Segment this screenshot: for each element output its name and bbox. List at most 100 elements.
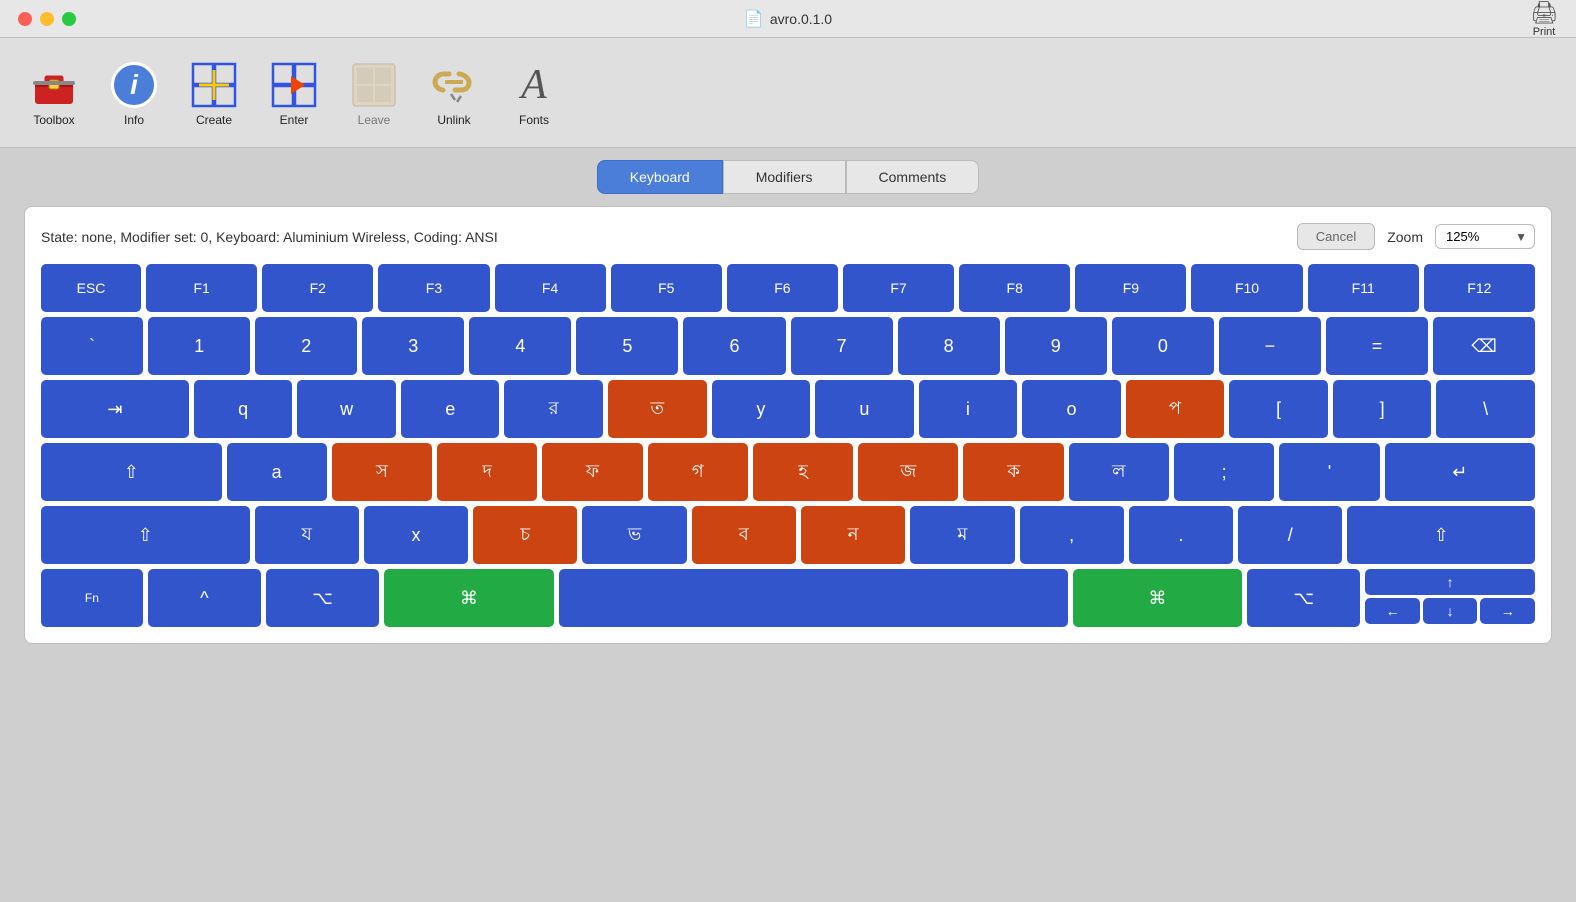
key-9[interactable]: 9 bbox=[1005, 317, 1107, 375]
key-f4[interactable]: F4 bbox=[495, 264, 606, 312]
tab-keyboard[interactable]: Keyboard bbox=[597, 160, 723, 194]
key-3[interactable]: 3 bbox=[362, 317, 464, 375]
file-icon: 📄 bbox=[744, 9, 764, 29]
key-c[interactable]: চ bbox=[473, 506, 577, 564]
key-2[interactable]: 2 bbox=[255, 317, 357, 375]
key-j[interactable]: জ bbox=[858, 443, 958, 501]
key-semicolon[interactable]: ; bbox=[1174, 443, 1274, 501]
info-label: Info bbox=[124, 113, 144, 127]
key-ctrl[interactable]: ^ bbox=[148, 569, 261, 627]
info-icon: i bbox=[108, 59, 160, 111]
key-lbracket[interactable]: [ bbox=[1229, 380, 1328, 438]
close-button[interactable] bbox=[18, 12, 32, 26]
zoom-select[interactable]: 75% 100% 125% 150% 200% bbox=[1435, 224, 1535, 249]
toolbar-item-leave[interactable]: Leave bbox=[338, 55, 410, 131]
key-5[interactable]: 5 bbox=[576, 317, 678, 375]
key-z[interactable]: য bbox=[255, 506, 359, 564]
key-f2[interactable]: F2 bbox=[262, 264, 373, 312]
key-u[interactable]: u bbox=[815, 380, 914, 438]
key-l[interactable]: ল bbox=[1069, 443, 1169, 501]
key-down[interactable]: ↓ bbox=[1423, 598, 1478, 624]
key-r[interactable]: র bbox=[504, 380, 603, 438]
key-v[interactable]: ভ bbox=[582, 506, 686, 564]
toolbar-item-unlink[interactable]: Unlink bbox=[418, 55, 490, 131]
key-t[interactable]: ত bbox=[608, 380, 707, 438]
key-w[interactable]: w bbox=[297, 380, 396, 438]
key-6[interactable]: 6 bbox=[683, 317, 785, 375]
keyboard-row-fn: ESC F1 F2 F3 F4 F5 F6 F7 F8 F9 F10 F11 F… bbox=[41, 264, 1535, 312]
key-fn[interactable]: Fn bbox=[41, 569, 143, 627]
key-right[interactable]: → bbox=[1480, 598, 1535, 624]
key-b[interactable]: ব bbox=[692, 506, 796, 564]
key-space[interactable] bbox=[559, 569, 1068, 627]
key-capslock[interactable]: ⇧ bbox=[41, 443, 222, 501]
key-f10[interactable]: F10 bbox=[1191, 264, 1302, 312]
key-f3[interactable]: F3 bbox=[378, 264, 489, 312]
key-equals[interactable]: = bbox=[1326, 317, 1428, 375]
key-slash[interactable]: / bbox=[1238, 506, 1342, 564]
key-d[interactable]: দ bbox=[437, 443, 537, 501]
key-g[interactable]: গ bbox=[648, 443, 748, 501]
key-up[interactable]: ↑ bbox=[1365, 569, 1535, 595]
keyboard-layout: ESC F1 F2 F3 F4 F5 F6 F7 F8 F9 F10 F11 F… bbox=[41, 264, 1535, 627]
maximize-button[interactable] bbox=[62, 12, 76, 26]
key-f[interactable]: ফ bbox=[542, 443, 642, 501]
key-k[interactable]: ক bbox=[963, 443, 1063, 501]
toolbar-item-toolbox[interactable]: Toolbox bbox=[18, 55, 90, 131]
tab-comments[interactable]: Comments bbox=[846, 160, 980, 194]
tab-modifiers[interactable]: Modifiers bbox=[723, 160, 846, 194]
key-f9[interactable]: F9 bbox=[1075, 264, 1186, 312]
key-backslash[interactable]: \ bbox=[1436, 380, 1535, 438]
toolbar-item-enter[interactable]: Enter bbox=[258, 55, 330, 131]
key-0[interactable]: 0 bbox=[1112, 317, 1214, 375]
key-backspace[interactable]: ⌫ bbox=[1433, 317, 1535, 375]
key-comma[interactable]: , bbox=[1020, 506, 1124, 564]
key-h[interactable]: হ bbox=[753, 443, 853, 501]
key-left[interactable]: ← bbox=[1365, 598, 1420, 624]
key-e[interactable]: e bbox=[401, 380, 500, 438]
key-f7[interactable]: F7 bbox=[843, 264, 954, 312]
key-a[interactable]: a bbox=[227, 443, 327, 501]
key-1[interactable]: 1 bbox=[148, 317, 250, 375]
key-s[interactable]: স bbox=[332, 443, 432, 501]
key-rcmd[interactable]: ⌘ bbox=[1073, 569, 1243, 627]
key-i[interactable]: i bbox=[919, 380, 1018, 438]
key-f6[interactable]: F6 bbox=[727, 264, 838, 312]
key-minus[interactable]: − bbox=[1219, 317, 1321, 375]
status-text: State: none, Modifier set: 0, Keyboard: … bbox=[41, 229, 498, 245]
key-y[interactable]: y bbox=[712, 380, 811, 438]
key-q[interactable]: q bbox=[194, 380, 293, 438]
key-f1[interactable]: F1 bbox=[146, 264, 257, 312]
cancel-button[interactable]: Cancel bbox=[1297, 223, 1375, 250]
key-period[interactable]: . bbox=[1129, 506, 1233, 564]
toolbar-item-fonts[interactable]: A Fonts bbox=[498, 55, 570, 131]
key-p[interactable]: প bbox=[1126, 380, 1225, 438]
key-o[interactable]: o bbox=[1022, 380, 1121, 438]
key-return[interactable]: ↵ bbox=[1385, 443, 1535, 501]
key-n[interactable]: ন bbox=[801, 506, 905, 564]
key-lshift[interactable]: ⇧ bbox=[41, 506, 250, 564]
key-x[interactable]: x bbox=[364, 506, 468, 564]
key-rshift[interactable]: ⇧ bbox=[1347, 506, 1535, 564]
key-4[interactable]: 4 bbox=[469, 317, 571, 375]
key-f11[interactable]: F11 bbox=[1308, 264, 1419, 312]
key-8[interactable]: 8 bbox=[898, 317, 1000, 375]
key-f5[interactable]: F5 bbox=[611, 264, 722, 312]
key-backtick[interactable]: ` bbox=[41, 317, 143, 375]
key-esc[interactable]: ESC bbox=[41, 264, 141, 312]
key-lalt[interactable]: ⌥ bbox=[266, 569, 379, 627]
key-f8[interactable]: F8 bbox=[959, 264, 1070, 312]
key-lcmd[interactable]: ⌘ bbox=[384, 569, 554, 627]
minimize-button[interactable] bbox=[40, 12, 54, 26]
key-f12[interactable]: F12 bbox=[1424, 264, 1535, 312]
key-m[interactable]: ম bbox=[910, 506, 1014, 564]
print-button[interactable]: 🖨 Print bbox=[1530, 0, 1558, 38]
key-7[interactable]: 7 bbox=[791, 317, 893, 375]
key-ralt[interactable]: ⌥ bbox=[1247, 569, 1360, 627]
key-rbracket[interactable]: ] bbox=[1333, 380, 1432, 438]
status-bar: State: none, Modifier set: 0, Keyboard: … bbox=[41, 223, 1535, 250]
toolbar-item-info[interactable]: i Info bbox=[98, 55, 170, 131]
key-tab[interactable]: ⇥ bbox=[41, 380, 189, 438]
key-quote[interactable]: ' bbox=[1279, 443, 1379, 501]
toolbar-item-create[interactable]: Create bbox=[178, 55, 250, 131]
